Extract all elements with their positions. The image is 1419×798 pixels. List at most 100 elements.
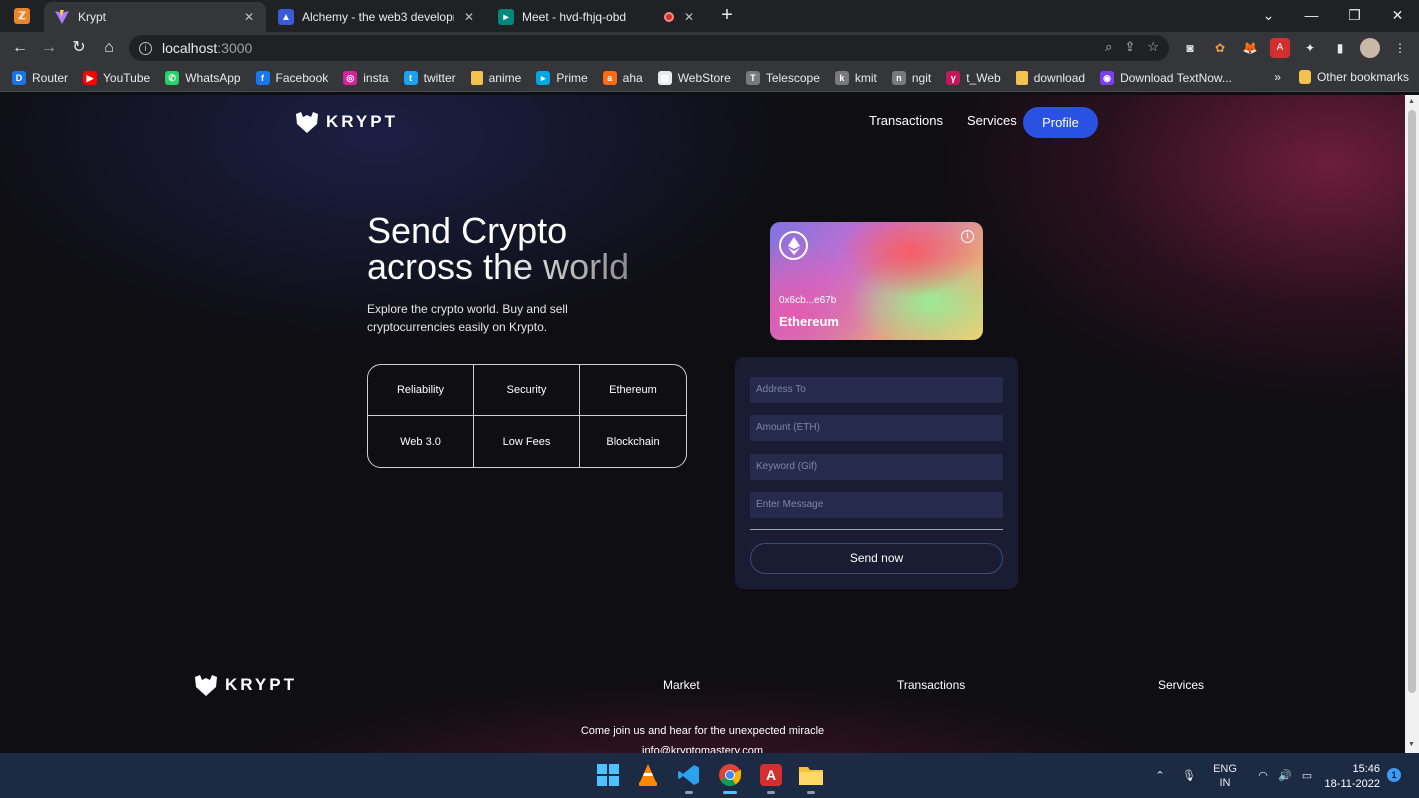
restore-icon[interactable]: ❐ <box>1333 0 1376 32</box>
back-icon[interactable]: ← <box>10 38 30 58</box>
bookmark-label: WebStore <box>677 70 731 85</box>
battery-icon[interactable]: ▭ <box>1298 769 1316 782</box>
header-logo[interactable]: KRYPT <box>294 109 398 135</box>
amount-input[interactable]: Amount (ETH) <box>750 415 1003 441</box>
feature-cell: Ethereum <box>580 365 686 416</box>
menu-icon[interactable]: ⋮ <box>1390 38 1410 58</box>
tab-krypt[interactable]: Krypt ✕ <box>44 2 266 32</box>
site-info-icon[interactable]: i <box>139 41 152 55</box>
bookmark-item[interactable]: D Router <box>12 70 68 85</box>
share-icon[interactable]: ⇪ <box>1124 39 1135 55</box>
bookmark-item[interactable]: n ngit <box>891 70 931 85</box>
nav-services[interactable]: Services <box>967 113 1017 128</box>
address-bar[interactable]: i localhost:3000 ⌕ ⇪ ☆ <box>129 35 1169 61</box>
bookmark-item[interactable]: ▤ WebStore <box>657 70 731 85</box>
keyword-input[interactable]: Keyword (Gif) <box>750 454 1003 480</box>
footer-link-market[interactable]: Market <box>663 678 700 692</box>
bookmark-item[interactable]: ▸ Prime <box>536 70 588 85</box>
notification-badge[interactable]: 1 <box>1387 768 1401 782</box>
bookmark-item[interactable]: t twitter <box>403 70 456 85</box>
acrobat-taskbar-icon[interactable]: A <box>757 761 785 794</box>
ngit-icon: n <box>891 70 906 85</box>
window-controls: ⌄ — ❐ ✕ <box>1247 0 1419 32</box>
bookmark-item[interactable]: anime <box>470 70 521 85</box>
browser-toolbar: ← → ↻ ⌂ i localhost:3000 ⌕ ⇪ ☆ ◙ ✿ 🦊 A ✦… <box>0 32 1419 64</box>
windows-start-icon[interactable] <box>594 761 622 789</box>
avatar[interactable] <box>1360 38 1380 58</box>
vscode-icon[interactable] <box>675 761 703 794</box>
zoom-icon[interactable]: ⌕ <box>1105 39 1112 55</box>
tab-search-icon[interactable]: ⌄ <box>1247 0 1290 32</box>
feature-cell: Low Fees <box>474 416 580 467</box>
close-icon[interactable]: ✕ <box>242 10 256 24</box>
kmit-icon: k <box>834 70 849 85</box>
close-window-icon[interactable]: ✕ <box>1376 0 1419 32</box>
prime-icon: ▸ <box>536 70 551 85</box>
address-to-input[interactable]: Address To <box>750 377 1003 403</box>
other-bookmarks[interactable]: Other bookmarks <box>1298 70 1409 84</box>
bookmark-item[interactable]: a aha <box>602 70 643 85</box>
more-bookmarks-icon[interactable]: » <box>1274 70 1281 84</box>
bookmark-item[interactable]: ✆ WhatsApp <box>165 70 241 85</box>
file-explorer-icon[interactable] <box>797 761 825 794</box>
bookmark-label: aha <box>622 70 643 85</box>
running-indicator <box>723 791 737 794</box>
scrollbar-thumb[interactable] <box>1408 110 1416 693</box>
top-nav: Transactions Services <box>869 113 1041 128</box>
aha-icon: a <box>602 70 617 85</box>
page-scrollbar[interactable]: ▲ ▼ <box>1405 95 1419 753</box>
message-input[interactable]: Enter Message <box>750 492 1003 518</box>
minimize-icon[interactable]: — <box>1290 0 1333 32</box>
feature-cell: Web 3.0 <box>368 416 474 467</box>
metamask-icon[interactable]: 🦊 <box>1240 38 1260 58</box>
scroll-up-icon[interactable]: ▲ <box>1408 98 1415 105</box>
bookmark-item[interactable]: ◎ insta <box>343 70 389 85</box>
bookmark-label: t_Web <box>966 70 1001 85</box>
profile-button[interactable]: Profile <box>1023 107 1098 138</box>
new-tab-button[interactable]: + <box>716 4 738 26</box>
reload-icon[interactable]: ↻ <box>69 38 89 58</box>
chevron-up-icon[interactable]: ⌃ <box>1152 769 1168 782</box>
volume-icon[interactable]: 🔊 <box>1276 769 1294 782</box>
textnow-icon: ◉ <box>1100 70 1115 85</box>
nav-transactions[interactable]: Transactions <box>869 113 943 128</box>
url-host: localhost <box>162 40 218 56</box>
clock[interactable]: 15:46 18-11-2022 <box>1320 762 1380 792</box>
wifi-icon[interactable]: ◠ <box>1254 769 1272 782</box>
footer-email[interactable]: info@kryptomastery.com <box>0 745 1405 753</box>
bookmark-item[interactable]: f Facebook <box>255 70 328 85</box>
home-icon[interactable]: ⌂ <box>99 38 119 58</box>
running-indicator <box>807 791 815 794</box>
bookmark-item[interactable]: k kmit <box>834 70 877 85</box>
sidebar-icon[interactable]: ▮ <box>1330 38 1350 58</box>
forward-icon[interactable]: → <box>39 38 59 58</box>
microphone-icon[interactable]: 🎙 <box>1178 769 1200 782</box>
scroll-down-icon[interactable]: ▼ <box>1408 741 1415 748</box>
acrobat-icon[interactable]: A <box>1270 38 1290 58</box>
bookmark-item[interactable]: ◉ Download TextNow... <box>1100 70 1232 85</box>
bookmark-item[interactable]: download <box>1015 70 1085 85</box>
tab-alchemy[interactable]: ▲ Alchemy - the web3 developmen ✕ <box>268 2 486 32</box>
vlc-icon[interactable] <box>634 761 662 789</box>
bookmark-item[interactable]: γ t_Web <box>946 70 1001 85</box>
puzzle-icon[interactable]: ✦ <box>1300 38 1320 58</box>
footer-logo[interactable]: KRYPT <box>193 672 297 698</box>
tab-title: Meet - hvd-fhjq-obd <box>522 10 627 24</box>
footer-link-services[interactable]: Services <box>1158 678 1204 692</box>
bookmark-star-icon[interactable]: ☆ <box>1147 39 1159 55</box>
info-icon[interactable]: i <box>961 230 974 243</box>
lang-line2: IN <box>1219 776 1231 789</box>
footer-link-transactions[interactable]: Transactions <box>897 678 965 692</box>
bookmark-item[interactable]: ▶ YouTube <box>83 70 150 85</box>
language-indicator[interactable]: ENG IN <box>1210 762 1240 790</box>
pinned-tab[interactable]: ℤ <box>0 0 44 32</box>
camera-icon[interactable]: ◙ <box>1180 38 1200 58</box>
chrome-icon[interactable] <box>716 761 744 794</box>
close-icon[interactable]: ✕ <box>682 10 696 24</box>
close-icon[interactable]: ✕ <box>462 10 476 24</box>
bookmark-item[interactable]: T Telescope <box>745 70 820 85</box>
tab-meet[interactable]: ▸ Meet - hvd-fhjq-obd ✕ <box>488 2 706 32</box>
send-now-button[interactable]: Send now <box>750 543 1003 574</box>
extension-gear-icon[interactable]: ✿ <box>1210 38 1230 58</box>
time: 15:46 <box>1352 763 1380 775</box>
